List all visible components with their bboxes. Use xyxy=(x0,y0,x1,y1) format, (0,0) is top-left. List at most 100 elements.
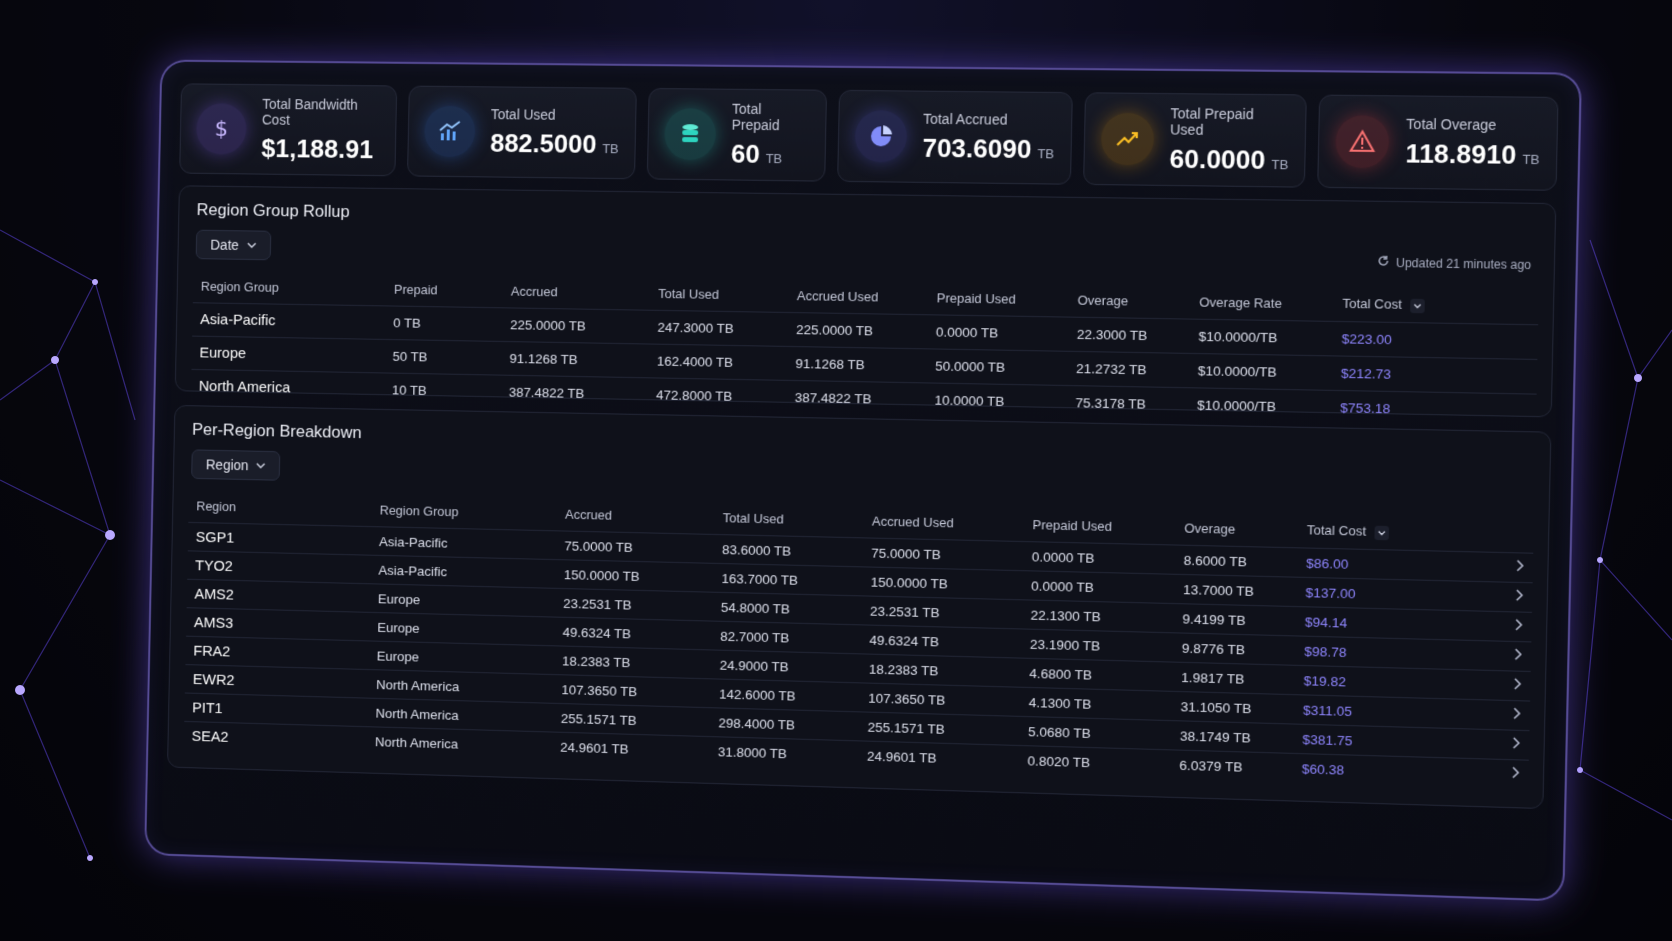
column-header-label: Total Cost xyxy=(1342,295,1403,313)
table-cell: 162.4000 TB xyxy=(648,344,788,381)
sort-chevron-icon[interactable] xyxy=(1374,525,1389,541)
rollup-title: Region Group Rollup xyxy=(196,200,350,222)
chevron-right-icon[interactable] xyxy=(1468,728,1530,761)
region-dropdown-label: Region xyxy=(205,456,249,474)
chevron-right-icon[interactable] xyxy=(1468,758,1529,790)
column-header-label: Accrued Used xyxy=(796,287,879,304)
refresh-icon[interactable] xyxy=(1377,255,1390,270)
column-header-label: Region Group xyxy=(379,502,459,519)
column-header-label: Prepaid Used xyxy=(936,289,1016,307)
table-cell: 142.6000 TB xyxy=(710,678,861,712)
row-name-cell: North America xyxy=(190,369,385,407)
table-cell: 107.3650 TB xyxy=(553,674,712,708)
table-cell: 225.0000 TB xyxy=(502,307,650,345)
column-header[interactable]: Accrued xyxy=(557,497,715,535)
chevron-right-icon[interactable] xyxy=(1472,551,1534,583)
kpi-value-number: 60.0000 xyxy=(1169,143,1266,175)
column-header[interactable]: Overage xyxy=(1176,510,1299,548)
kpi-value: $1,188.91 xyxy=(261,133,379,165)
table-cell: 107.3650 TB xyxy=(859,682,1022,717)
table-cell: 50 TB xyxy=(384,339,503,376)
column-header-label: Overage xyxy=(1077,292,1129,308)
pie-chart-icon xyxy=(854,109,908,163)
table-cell: Asia-Pacific xyxy=(370,555,557,589)
table-cell: 22.1300 TB xyxy=(1022,599,1175,633)
table-cell: 9.4199 TB xyxy=(1174,603,1298,636)
chevron-right-icon[interactable] xyxy=(1469,699,1531,731)
kpi-card-total-overage: Total Overage 118.8910 TB xyxy=(1317,94,1559,191)
row-name-cell: SEA2 xyxy=(183,721,368,756)
table-cell: $98.78 xyxy=(1295,635,1472,670)
table-cell: 82.7000 TB xyxy=(712,621,862,654)
table-cell: 91.1268 TB xyxy=(501,341,650,378)
table-cell: 247.3000 TB xyxy=(649,310,789,347)
table-cell: 1.9817 TB xyxy=(1172,662,1296,695)
column-header[interactable]: Overage xyxy=(1069,282,1191,319)
column-header[interactable]: Region Group xyxy=(372,493,558,531)
table-cell: 23.2531 TB xyxy=(861,595,1023,629)
table-cell: 24.9000 TB xyxy=(711,649,862,683)
chart-up-icon xyxy=(423,105,476,158)
kpi-value: 118.8910 TB xyxy=(1405,138,1540,171)
column-header[interactable]: Accrued Used xyxy=(789,278,929,315)
column-header[interactable]: Accrued xyxy=(503,274,651,311)
dashboard-panel: $ Total Bandwidth Cost $1,188.91 Total Used… xyxy=(144,59,1582,902)
column-header[interactable]: Prepaid Used xyxy=(928,280,1070,317)
column-header[interactable]: Prepaid Used xyxy=(1024,507,1177,545)
kpi-value-number: 118.8910 xyxy=(1405,137,1517,170)
table-cell: 49.6324 TB xyxy=(861,624,1023,659)
column-header-label: Total Used xyxy=(658,285,720,302)
row-name-cell: AMS2 xyxy=(186,579,371,613)
table-cell: 38.1749 TB xyxy=(1171,720,1295,754)
column-header[interactable]: Accrued Used xyxy=(864,503,1025,541)
table-cell: 75.0000 TB xyxy=(862,537,1025,571)
chevron-right-icon[interactable] xyxy=(1471,581,1533,613)
column-header-label: Overage Rate xyxy=(1199,293,1283,311)
column-header[interactable]: Total Cost xyxy=(1298,513,1474,552)
column-header[interactable]: Region xyxy=(188,489,372,527)
column-header[interactable]: Region Group xyxy=(193,269,387,306)
column-header-label: Prepaid Used xyxy=(1032,516,1113,534)
rollup-table: Region Group Prepaid Accrued Total Used Accr… xyxy=(190,269,1539,429)
table-cell: 13.7000 TB xyxy=(1174,574,1298,607)
table-cell: 298.4000 TB xyxy=(710,707,860,741)
svg-text:$: $ xyxy=(214,117,228,142)
kpi-text: Total Used 882.5000 TB xyxy=(490,106,620,160)
table-cell: 0.0000 TB xyxy=(927,314,1070,352)
column-header[interactable]: Overage Rate xyxy=(1191,284,1335,321)
chevron-right-icon[interactable] xyxy=(1471,610,1532,642)
table-cell: 0 TB xyxy=(385,305,503,342)
kpi-value: 60.0000 TB xyxy=(1169,143,1289,176)
table-cell: 83.6000 TB xyxy=(713,534,864,567)
table-cell: 9.8776 TB xyxy=(1173,632,1297,666)
column-header-label: Accrued Used xyxy=(871,513,954,530)
column-header[interactable]: Total Used xyxy=(715,500,865,538)
table-cell: $19.82 xyxy=(1295,665,1471,700)
row-name-cell: TYO2 xyxy=(187,550,372,584)
column-header-label: Overage xyxy=(1184,519,1236,537)
table-cell: North America xyxy=(366,726,553,761)
chevron-right-icon[interactable] xyxy=(1470,669,1531,702)
region-dropdown[interactable]: Region xyxy=(191,449,281,481)
table-cell: 54.8000 TB xyxy=(712,592,863,625)
column-header[interactable]: Prepaid xyxy=(386,272,504,308)
kpi-card-total-used: Total Used 882.5000 TB xyxy=(406,85,637,180)
kpi-label: Total Prepaid xyxy=(731,100,780,133)
column-header[interactable]: Total Used xyxy=(650,276,789,313)
sort-chevron-icon[interactable] xyxy=(1409,298,1425,314)
column-header-label: Accrued xyxy=(510,283,558,299)
row-name-cell: SGP1 xyxy=(187,522,372,556)
kpi-value-number: $1,188.91 xyxy=(261,132,374,164)
chevron-right-icon[interactable] xyxy=(1470,640,1532,672)
table-cell: 0.0000 TB xyxy=(1023,541,1176,575)
date-dropdown[interactable]: Date xyxy=(195,229,271,261)
table-cell: 387.4822 TB xyxy=(786,380,927,417)
column-header[interactable]: Total Cost xyxy=(1334,286,1539,324)
kpi-unit: TB xyxy=(1037,145,1055,161)
database-icon xyxy=(663,108,717,161)
kpi-unit: TB xyxy=(765,150,783,166)
table-cell: 23.2531 TB xyxy=(555,588,714,622)
table-cell: $753.18 xyxy=(1331,390,1537,429)
kpi-label: Total Accrued xyxy=(922,110,1008,128)
table-cell: 10.0000 TB xyxy=(926,382,1068,420)
